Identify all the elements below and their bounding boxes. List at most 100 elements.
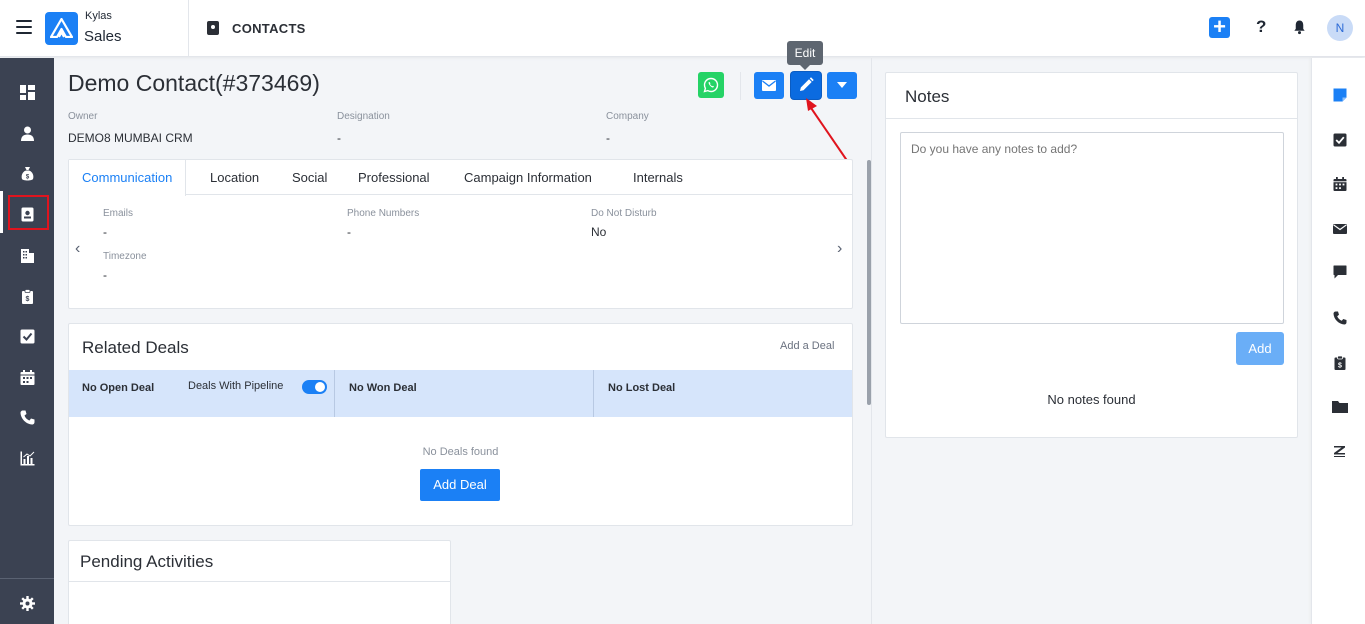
- right-nav-zendesk[interactable]: [1312, 436, 1365, 466]
- company-value: -: [606, 131, 610, 145]
- zendesk-icon: [1334, 446, 1345, 457]
- nav-contacts[interactable]: [0, 191, 54, 233]
- clipboard-dollar-icon: $: [22, 289, 33, 304]
- designation-label: Designation: [337, 111, 390, 122]
- emails-label: Emails: [103, 208, 134, 219]
- pipeline-toggle[interactable]: [302, 380, 327, 394]
- email-button[interactable]: [754, 72, 784, 99]
- details-tabs-card: Communication Location Social Profession…: [68, 159, 853, 309]
- kylas-logo[interactable]: [45, 12, 78, 45]
- tab-location[interactable]: Location: [210, 160, 259, 195]
- tab-bar: Communication Location Social Profession…: [69, 160, 852, 196]
- dashboard-icon: [20, 85, 35, 100]
- calendar-icon: [20, 370, 35, 385]
- related-deals-card: Related Deals Add a Deal No Open Deal De…: [68, 323, 853, 526]
- add-note-button[interactable]: Add: [1236, 332, 1284, 365]
- svg-text:$: $: [1338, 363, 1342, 370]
- help-icon[interactable]: ?: [1256, 17, 1266, 37]
- phone-icon: [1333, 311, 1347, 325]
- page-title: CONTACTS: [232, 21, 306, 36]
- open-deal-label: No Open Deal: [82, 382, 155, 394]
- nav-settings[interactable]: [0, 585, 54, 621]
- bell-icon[interactable]: [1292, 19, 1307, 35]
- divider: [69, 581, 450, 582]
- nav-tasks[interactable]: [0, 318, 54, 354]
- nav-dashboard[interactable]: [0, 74, 54, 110]
- building-icon: [21, 249, 34, 263]
- hamburger-menu-icon[interactable]: [16, 20, 32, 34]
- right-nav-email[interactable]: [1312, 214, 1365, 244]
- top-bar: Kylas Sales CONTACTS + ? N: [0, 0, 1365, 57]
- timezone-value: -: [103, 268, 107, 282]
- notes-card: Notes Add No notes found: [885, 72, 1298, 438]
- right-nav-tasks[interactable]: [1312, 125, 1365, 155]
- right-nav-calls[interactable]: [1312, 303, 1365, 333]
- caret-down-icon: [837, 82, 847, 88]
- contact-name: Demo Contact(#373469): [68, 70, 320, 96]
- nav-calls[interactable]: [0, 399, 54, 435]
- quick-add-button[interactable]: +: [1209, 16, 1230, 38]
- whatsapp-icon: [703, 77, 719, 93]
- pending-activities-card: Pending Activities: [68, 540, 451, 624]
- tab-campaign-information[interactable]: Campaign Information: [464, 160, 592, 195]
- column-divider: [334, 370, 335, 417]
- calendar-icon: [1333, 177, 1347, 191]
- bar-chart-icon: [20, 451, 35, 466]
- tab-social[interactable]: Social: [292, 160, 327, 195]
- do-not-disturb-label: Do Not Disturb: [591, 208, 657, 219]
- tab-internals[interactable]: Internals: [633, 160, 683, 195]
- pipeline-toggle-label: Deals With Pipeline: [188, 380, 284, 392]
- tab-professional[interactable]: Professional: [358, 160, 430, 195]
- right-nav-meetings[interactable]: [1312, 169, 1365, 199]
- no-notes-text: No notes found: [1047, 392, 1136, 407]
- notes-input[interactable]: [900, 132, 1284, 324]
- edit-tooltip: Edit: [787, 41, 823, 70]
- contact-card-icon: [207, 21, 219, 35]
- actions-divider: [740, 72, 741, 100]
- add-deal-button[interactable]: Add Deal: [420, 469, 500, 501]
- contact-card-icon: [21, 207, 34, 222]
- folder-icon: [1332, 401, 1348, 413]
- nav-reports[interactable]: [0, 440, 54, 476]
- add-a-deal-link[interactable]: Add a Deal: [780, 340, 834, 352]
- owner-label: Owner: [68, 111, 98, 122]
- svg-text:$: $: [26, 296, 30, 303]
- lost-deal-label: No Lost Deal: [608, 382, 676, 394]
- gear-icon: [20, 596, 35, 611]
- right-nav-chat[interactable]: [1312, 257, 1365, 287]
- right-nav-documents[interactable]: [1312, 392, 1365, 422]
- person-icon: [21, 126, 34, 141]
- nav-quotes[interactable]: $: [0, 278, 54, 314]
- chevron-right-icon[interactable]: ›: [837, 240, 842, 258]
- won-deal-label: No Won Deal: [349, 382, 417, 394]
- brand-main-text: Sales: [84, 28, 122, 45]
- designation-value: -: [337, 131, 341, 145]
- pencil-icon: [800, 77, 814, 91]
- avatar[interactable]: N: [1327, 15, 1353, 41]
- annotation-arrow: [806, 98, 849, 163]
- clipboard-dollar-icon: $: [1334, 356, 1346, 370]
- left-sidebar: $ $: [0, 58, 54, 624]
- tab-communication[interactable]: Communication: [69, 160, 187, 196]
- nav-companies[interactable]: [0, 237, 54, 273]
- active-indicator: [0, 191, 3, 233]
- divider: [188, 0, 189, 57]
- pane-divider: [871, 58, 872, 624]
- chevron-left-icon[interactable]: ‹: [75, 240, 80, 258]
- chat-bubble-icon: [1333, 265, 1347, 279]
- envelope-icon: [762, 80, 776, 91]
- do-not-disturb-value: No: [591, 225, 607, 239]
- checkbox-icon: [20, 329, 35, 344]
- nav-leads[interactable]: [0, 115, 54, 151]
- column-divider: [593, 370, 594, 417]
- nav-meetings[interactable]: [0, 359, 54, 395]
- right-nav-notes[interactable]: [1312, 80, 1365, 110]
- nav-deals[interactable]: $: [0, 155, 54, 191]
- right-nav-quotes[interactable]: $: [1312, 348, 1365, 378]
- pending-activities-title: Pending Activities: [80, 552, 214, 571]
- deals-summary-header: No Open Deal Deals With Pipeline No Won …: [69, 370, 852, 417]
- whatsapp-button[interactable]: [698, 72, 724, 98]
- sticky-note-icon: [1333, 88, 1347, 102]
- no-deals-text: No Deals found: [422, 446, 499, 458]
- scrollbar-thumb[interactable]: [867, 160, 871, 405]
